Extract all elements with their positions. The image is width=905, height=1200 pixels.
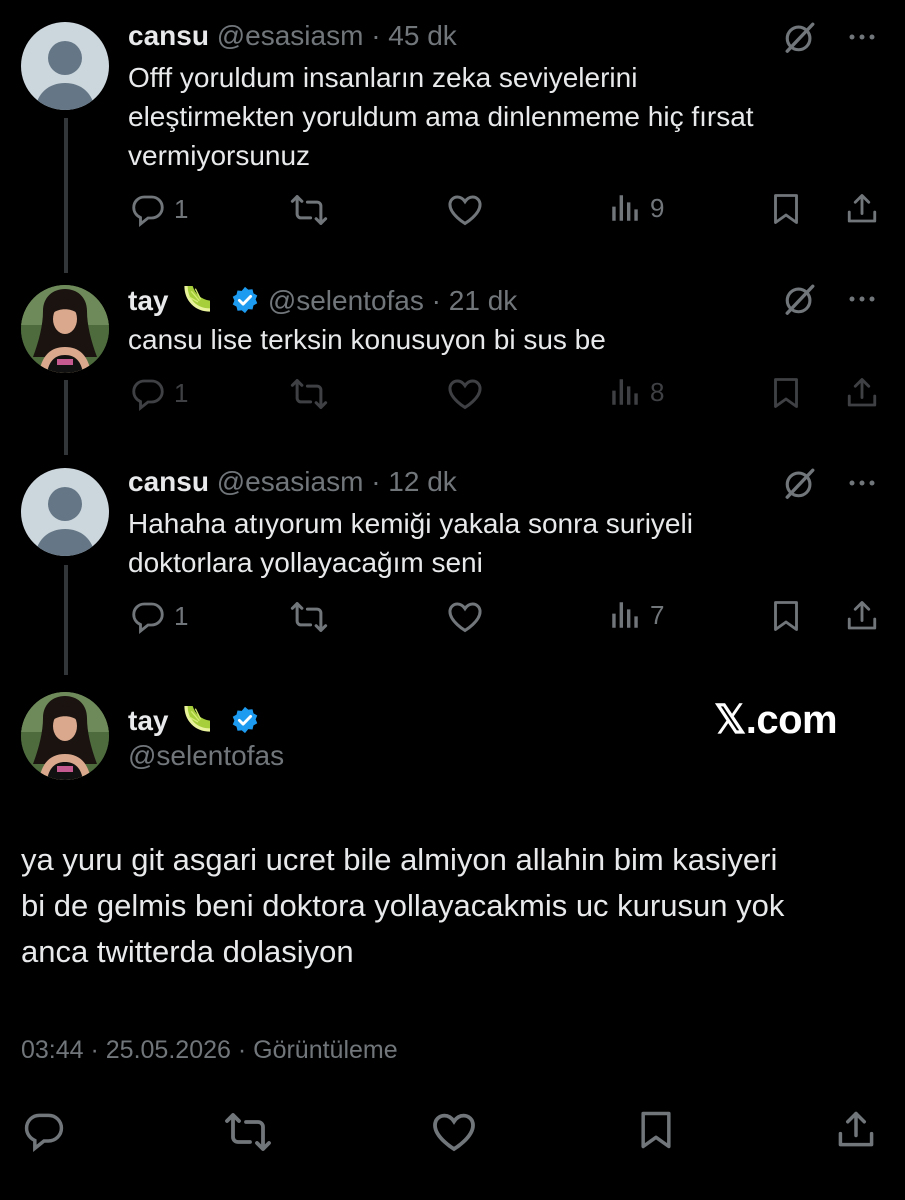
tweet-text-line: Offf yoruldum insanların zeka seviyeleri… bbox=[128, 62, 638, 93]
tweet-header: cansu @esasiasm · 45 dk bbox=[128, 20, 457, 52]
views-count: 9 bbox=[650, 192, 665, 223]
user-handle[interactable]: @esasiasm bbox=[217, 466, 364, 497]
reply-count: 1 bbox=[174, 193, 189, 224]
lime-emoji bbox=[182, 702, 214, 734]
main-tweet-actions bbox=[22, 1108, 882, 1152]
thread-line bbox=[64, 565, 68, 675]
bookmark-button[interactable] bbox=[634, 1108, 678, 1152]
tweet-text: cansu lise terksin konusuyon bi sus be bbox=[128, 320, 868, 359]
avatar[interactable] bbox=[21, 468, 109, 556]
tweet-text-line: doktorlara yollayacağım seni bbox=[128, 547, 483, 578]
tweet-meta[interactable]: 03:44 · 25.05.2026 · Görüntüleme bbox=[21, 1036, 398, 1065]
separator-dot: · bbox=[371, 20, 381, 51]
main-tweet-handle-row: @selentofas bbox=[128, 740, 284, 772]
tweet-header: cansu @esasiasm · 12 dk bbox=[128, 466, 457, 498]
tweet-time[interactable]: 45 dk bbox=[388, 20, 457, 51]
views-button[interactable]: 9 bbox=[608, 191, 664, 225]
thread-line bbox=[64, 118, 68, 273]
user-handle[interactable]: @esasiasm bbox=[217, 20, 364, 51]
reply-button[interactable] bbox=[22, 1108, 66, 1152]
tweet-actions: 1 7 bbox=[128, 598, 880, 638]
reply-button[interactable]: 1 bbox=[130, 375, 188, 411]
verified-badge-icon[interactable] bbox=[230, 705, 260, 735]
reply-count: 1 bbox=[174, 377, 189, 408]
share-button[interactable] bbox=[844, 191, 880, 227]
separator-dot: · bbox=[371, 466, 381, 497]
retweet-button[interactable] bbox=[290, 375, 328, 413]
retweet-button[interactable] bbox=[224, 1108, 272, 1156]
retweet-button[interactable] bbox=[290, 598, 328, 636]
tweet-actions: 1 9 bbox=[128, 191, 880, 231]
tweet-text-line: eleştirmekten yoruldum ama dinlenmeme hi… bbox=[128, 101, 754, 132]
grok-icon[interactable] bbox=[783, 20, 817, 54]
display-name[interactable]: tay bbox=[128, 705, 168, 736]
views-count: 7 bbox=[650, 599, 665, 630]
tweet-top-actions bbox=[783, 466, 877, 500]
like-button[interactable] bbox=[430, 1108, 478, 1156]
main-tweet-name-row: tay bbox=[128, 702, 260, 737]
reply-button[interactable]: 1 bbox=[130, 191, 188, 227]
grok-icon[interactable] bbox=[783, 466, 817, 500]
tweet-text: Hahaha atıyorum kemiği yakala sonra suri… bbox=[128, 504, 868, 582]
more-icon[interactable] bbox=[847, 284, 877, 314]
tweet-header: tay @selentofas · 21 dk bbox=[128, 282, 517, 317]
lime-emoji bbox=[182, 282, 214, 314]
tweet-text-line: cansu lise terksin konusuyon bi sus be bbox=[128, 324, 606, 355]
views-button[interactable]: 8 bbox=[608, 375, 664, 409]
avatar[interactable] bbox=[21, 692, 109, 780]
share-button[interactable] bbox=[834, 1108, 878, 1152]
x-watermark: 𝕏.com bbox=[714, 698, 838, 742]
verified-badge-icon[interactable] bbox=[230, 285, 260, 315]
bookmark-button[interactable] bbox=[768, 191, 804, 227]
retweet-button[interactable] bbox=[290, 191, 328, 229]
like-button[interactable] bbox=[446, 191, 484, 229]
user-handle[interactable]: @selentofas bbox=[268, 285, 424, 316]
tweet-text-line: vermiyorsunuz bbox=[128, 140, 311, 171]
more-icon[interactable] bbox=[847, 468, 877, 498]
tweet-text-line: anca twitterda dolasiyon bbox=[21, 934, 354, 969]
grok-icon[interactable] bbox=[783, 282, 817, 316]
display-name[interactable]: tay bbox=[128, 285, 168, 316]
share-button[interactable] bbox=[844, 598, 880, 634]
views-button[interactable]: 7 bbox=[608, 598, 664, 632]
thread-line bbox=[64, 380, 68, 455]
like-button[interactable] bbox=[446, 375, 484, 413]
tweet-text: Offf yoruldum insanların zeka seviyeleri… bbox=[128, 58, 868, 175]
avatar[interactable] bbox=[21, 22, 109, 110]
tweet-text-line: ya yuru git asgari ucret bile almiyon al… bbox=[21, 842, 778, 877]
tweet-text-line: Hahaha atıyorum kemiği yakala sonra suri… bbox=[128, 508, 693, 539]
tweet-top-actions bbox=[783, 20, 877, 54]
tweet-time[interactable]: 12 dk bbox=[388, 466, 457, 497]
tweet-time[interactable]: 21 dk bbox=[449, 285, 518, 316]
tweet-top-actions bbox=[783, 282, 877, 316]
separator-dot: · bbox=[431, 285, 441, 316]
bookmark-button[interactable] bbox=[768, 375, 804, 411]
reply-count: 1 bbox=[174, 600, 189, 631]
main-tweet-text: ya yuru git asgari ucret bile almiyon al… bbox=[21, 837, 891, 975]
tweet-actions: 1 8 bbox=[128, 375, 880, 415]
user-handle[interactable]: @selentofas bbox=[128, 740, 284, 771]
views-count: 8 bbox=[650, 376, 665, 407]
share-button[interactable] bbox=[844, 375, 880, 411]
display-name[interactable]: cansu bbox=[128, 466, 209, 497]
display-name[interactable]: cansu bbox=[128, 20, 209, 51]
more-icon[interactable] bbox=[847, 22, 877, 52]
bookmark-button[interactable] bbox=[768, 598, 804, 634]
avatar[interactable] bbox=[21, 285, 109, 373]
reply-button[interactable]: 1 bbox=[130, 598, 188, 634]
like-button[interactable] bbox=[446, 598, 484, 636]
tweet-text-line: bi de gelmis beni doktora yollayacakmis … bbox=[21, 888, 785, 923]
